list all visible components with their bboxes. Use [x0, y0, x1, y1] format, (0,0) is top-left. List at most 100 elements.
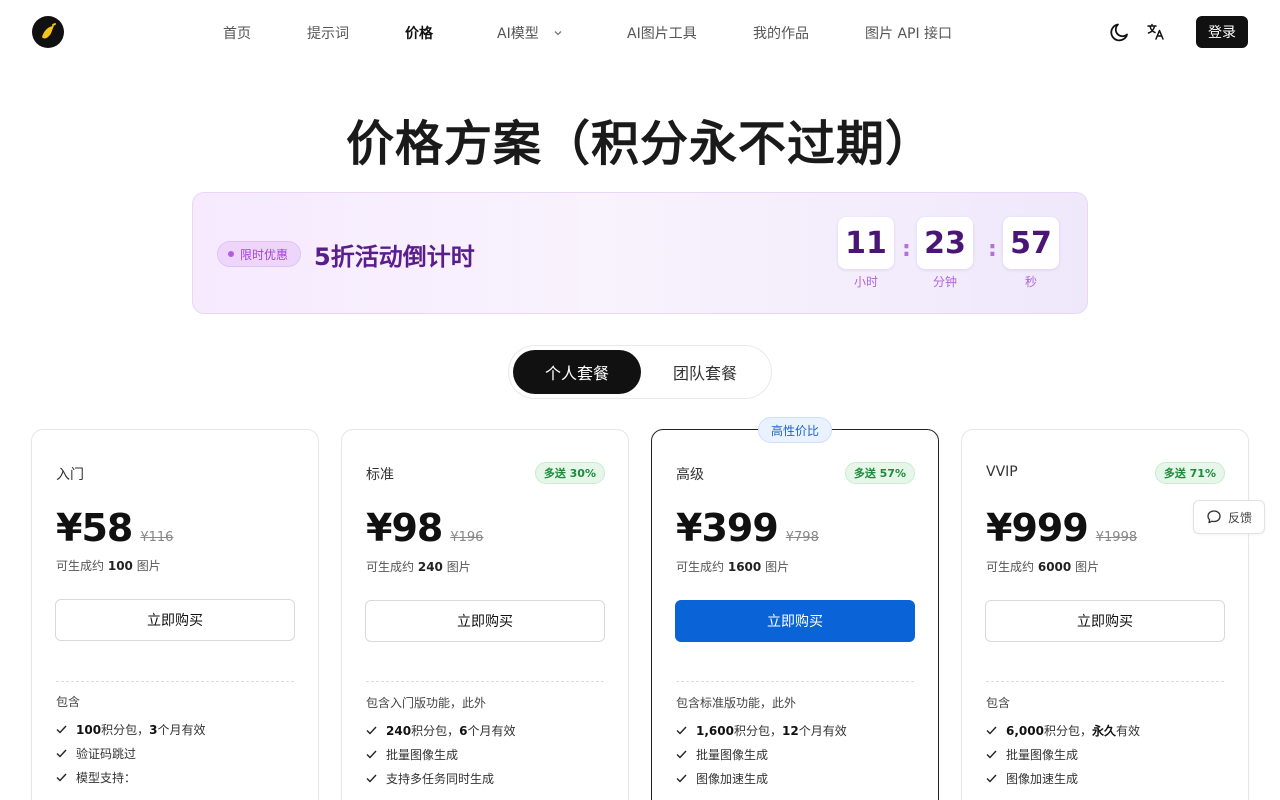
translate-icon[interactable]: [1144, 20, 1168, 44]
gen-count: 1600: [727, 560, 762, 574]
includes-label: 包含: [986, 696, 1011, 710]
check-icon: [986, 774, 998, 783]
limited-offer-label: 限时优惠: [240, 247, 289, 262]
feature-text: 个月有效: [798, 724, 847, 738]
divider: [56, 681, 294, 682]
gen-prefix: 可生成约: [676, 560, 725, 574]
feature-item: 6,000 积分包， 永久 有效: [986, 722, 1140, 739]
countdown-separator: :: [988, 237, 997, 262]
buy-now-button[interactable]: 立即购买: [985, 600, 1225, 642]
banana-logo-icon[interactable]: [32, 16, 64, 48]
login-button[interactable]: 登录: [1196, 16, 1248, 48]
validity-period: 6: [459, 723, 468, 738]
tab-team-plans[interactable]: 团队套餐: [641, 350, 769, 394]
nav-ai-models[interactable]: AI模型: [497, 23, 563, 43]
nav-image-api[interactable]: 图片 API 接口: [865, 23, 952, 43]
check-icon: [986, 726, 998, 735]
countdown-hours: 11: [838, 217, 894, 269]
price-row: ¥399 ¥798: [676, 506, 819, 550]
gen-suffix: 图片: [1075, 560, 1100, 574]
plan-name: 标准: [366, 467, 394, 483]
feature-text: 积分包，: [733, 724, 782, 738]
countdown-separator: :: [902, 237, 911, 262]
check-icon: [366, 726, 378, 735]
feature-item: 批量图像生成: [986, 746, 1078, 763]
bonus-badge: 多送 57%: [844, 462, 915, 484]
check-icon: [676, 726, 688, 735]
feature-item: 100 积分包， 3 个月有效: [56, 721, 205, 738]
divider: [366, 681, 604, 682]
chevron-down-icon: [553, 26, 563, 42]
buy-now-button[interactable]: 立即购买: [55, 599, 295, 641]
pricing-card-premium: 高性价比 高级 多送 57% ¥399 ¥798 可生成约 1600 图片 立即…: [651, 417, 939, 800]
plan-price: ¥98: [366, 506, 443, 550]
feature-text: 积分包，: [1043, 724, 1092, 738]
countdown-minutes-label: 分钟: [932, 275, 957, 289]
nav-home[interactable]: 首页: [223, 23, 251, 43]
nav-my-works[interactable]: 我的作品: [753, 23, 809, 43]
buy-now-button[interactable]: 立即购买: [365, 600, 605, 642]
feature-text: 图像加速生成: [696, 772, 769, 786]
feature-text: 积分包，: [101, 723, 150, 737]
nav-ai-models-label: AI模型: [497, 26, 539, 42]
nav-pricing[interactable]: 价格: [405, 23, 433, 43]
plan-price: ¥58: [56, 506, 133, 550]
nav-prompts[interactable]: 提示词: [307, 23, 349, 43]
feedback-label: 反馈: [1227, 510, 1252, 525]
includes-label: 包含标准版功能，此外: [676, 696, 797, 710]
tab-personal-plans[interactable]: 个人套餐: [513, 350, 641, 394]
check-icon: [676, 774, 688, 783]
feature-item: 批量图像生成: [676, 746, 768, 763]
generation-estimate: 可生成约 100 图片: [56, 557, 161, 574]
promo-headline: 5折活动倒计时: [314, 243, 475, 271]
divider: [986, 681, 1224, 682]
includes-label: 包含: [56, 695, 81, 709]
check-icon: [366, 774, 378, 783]
credits-amount: 6,000: [1006, 723, 1044, 738]
check-icon: [986, 750, 998, 759]
gen-suffix: 图片: [446, 560, 471, 574]
gen-suffix: 图片: [136, 559, 161, 573]
feature-item: 1,600 积分包， 12 个月有效: [676, 722, 847, 739]
includes-label: 包含入门版功能，此外: [366, 696, 487, 710]
plan-type-toggle: 个人套餐 团队套餐: [508, 345, 772, 399]
original-price: ¥1998: [1095, 530, 1138, 545]
gen-prefix: 可生成约: [56, 559, 105, 573]
validity-period: 12: [781, 723, 799, 738]
check-icon: [56, 725, 68, 734]
countdown-hours-label: 小时: [853, 275, 878, 289]
original-price: ¥798: [785, 530, 819, 545]
validity-period: 永久: [1091, 724, 1116, 738]
bonus-badge: 多送 71%: [1154, 462, 1225, 484]
best-value-tag: 高性价比: [758, 417, 832, 443]
countdown-seconds-label: 秒: [1024, 275, 1037, 289]
chat-bubble-icon: [1206, 509, 1222, 525]
badge-dot: [228, 251, 234, 257]
plan-price: ¥399: [676, 506, 779, 550]
bonus-badge: 多送 30%: [534, 462, 605, 484]
feedback-button[interactable]: 反馈: [1193, 500, 1265, 534]
feature-text: 批量图像生成: [1006, 748, 1079, 762]
plan-name: VVIP: [986, 464, 1018, 480]
feature-item: 支持多任务同时生成: [366, 770, 494, 787]
pricing-card-standard: 标准 多送 30% ¥98 ¥196 可生成约 240 图片 立即购买 包含入门…: [341, 429, 629, 800]
nav-ai-image-tools[interactable]: AI图片工具: [627, 23, 697, 43]
feature-text: 个月有效: [467, 724, 516, 738]
credits-amount: 1,600: [696, 723, 734, 738]
page-title: 价格方案（积分永不过期）: [345, 116, 934, 172]
generation-estimate: 可生成约 240 图片: [366, 558, 471, 575]
credits-amount: 100: [76, 722, 102, 737]
gen-prefix: 可生成约: [986, 560, 1035, 574]
countdown-minutes: 23: [917, 217, 973, 269]
credits-amount: 240: [386, 723, 412, 738]
feature-text: 模型支持：: [76, 771, 137, 785]
plan-name: 入门: [56, 467, 84, 483]
plan-name: 高级: [676, 467, 704, 483]
check-icon: [676, 750, 688, 759]
gen-count: 6000: [1037, 560, 1072, 574]
feature-text: 个月有效: [157, 723, 206, 737]
moon-icon[interactable]: [1108, 20, 1132, 44]
feature-item: 批量图像生成: [366, 746, 458, 763]
buy-now-button[interactable]: 立即购买: [675, 600, 915, 642]
gen-prefix: 可生成约: [366, 560, 415, 574]
